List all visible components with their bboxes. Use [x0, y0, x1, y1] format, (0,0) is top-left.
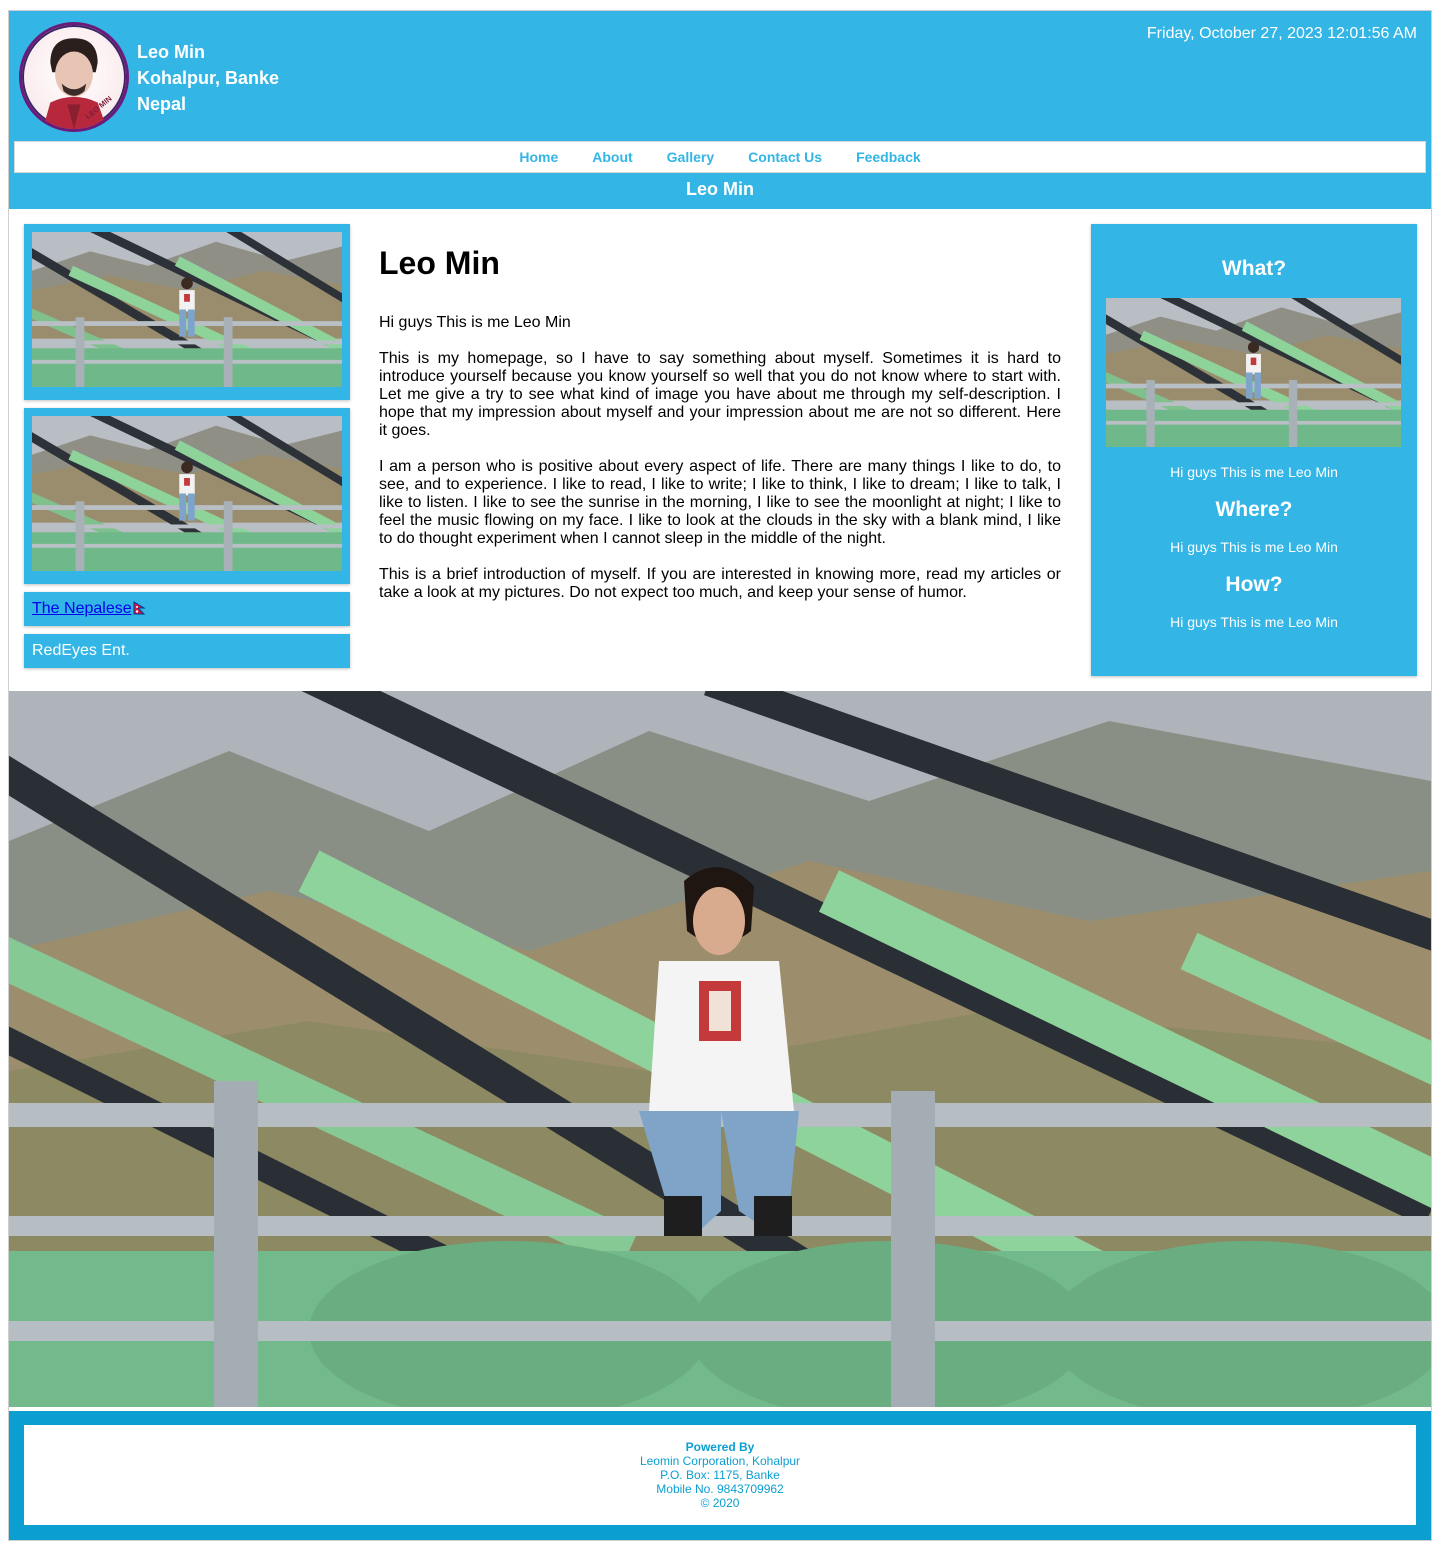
- what-text: Hi guys This is me Leo Min: [1170, 464, 1338, 480]
- footer-po-box: P.O. Box: 1175, Banke: [660, 1468, 780, 1482]
- nav-about[interactable]: About: [592, 149, 632, 165]
- footer-mobile: Mobile No. 9843709962: [656, 1482, 784, 1496]
- where-heading: Where?: [1215, 498, 1293, 521]
- intro-paragraph: Hi guys This is me Leo Min: [379, 314, 571, 331]
- left-sidebar: The Nepalese RedEyes Ent.: [24, 224, 350, 668]
- nav-feedback[interactable]: Feedback: [856, 149, 921, 165]
- sidebar-photo[interactable]: [1106, 298, 1401, 447]
- footer-content: Powered By Leomin Corporation, Kohalpur …: [24, 1425, 1416, 1525]
- how-heading: How?: [1225, 573, 1283, 596]
- main-heading: Leo Min: [379, 245, 500, 281]
- profile-location: Kohalpur, Banke: [137, 68, 280, 88]
- hero-photo-graphic: [9, 691, 1431, 1407]
- footer-company: Leomin Corporation, Kohalpur: [639, 1454, 801, 1468]
- how-text: Hi guys This is me Leo Min: [1170, 614, 1338, 630]
- footer-powered-by: Powered By: [685, 1440, 755, 1454]
- nav-contact-us[interactable]: Contact Us: [748, 149, 822, 165]
- site-header: LEO MIN Leo Min Kohalpur, Banke Nepal Fr…: [9, 11, 1431, 209]
- profile-country: Nepal: [137, 94, 187, 114]
- current-datetime: Friday, October 27, 2023 12:01:56 AM: [1146, 25, 1417, 42]
- body-paragraph: This is a brief introduction of myself. …: [379, 566, 1061, 601]
- where-text: Hi guys This is me Leo Min: [1170, 539, 1338, 555]
- hero-photo: [9, 691, 1431, 1407]
- nepal-flag-icon: [133, 601, 146, 615]
- main-nav: Home About Gallery Contact Us Feedback: [14, 141, 1426, 173]
- profile-avatar-graphic: LEO MIN: [42, 38, 114, 129]
- thumbnail-photo[interactable]: [32, 232, 342, 387]
- thumbnail-card: [24, 224, 350, 400]
- page-frame: LEO MIN Leo Min Kohalpur, Banke Nepal Fr…: [8, 10, 1432, 1541]
- site-footer: Powered By Leomin Corporation, Kohalpur …: [9, 1411, 1431, 1540]
- main-content: Leo Min Hi guys This is me Leo Min This …: [379, 245, 1061, 620]
- thumbnail-photo[interactable]: [32, 416, 342, 571]
- body-paragraph: I am a person who is positive about ever…: [379, 458, 1061, 547]
- nav-gallery[interactable]: Gallery: [667, 149, 714, 165]
- profile-avatar: LEO MIN: [19, 22, 129, 132]
- profile-name: Leo Min: [137, 42, 205, 62]
- thumbnail-card: [24, 408, 350, 584]
- nepalese-link[interactable]: The Nepalese: [32, 600, 146, 617]
- body-paragraph: This is my homepage, so I have to say so…: [379, 350, 1061, 439]
- footer-copyright: © 2020: [700, 1496, 740, 1510]
- what-heading: What?: [1221, 257, 1287, 280]
- nav-home[interactable]: Home: [519, 149, 558, 165]
- redeyes-card: RedEyes Ent.: [24, 634, 350, 668]
- nepalese-link-card: The Nepalese: [24, 592, 350, 626]
- profile-identity: Leo Min Kohalpur, Banke Nepal: [137, 39, 279, 117]
- nepalese-link-label: The Nepalese: [32, 600, 132, 617]
- right-sidebar: What? Hi guys This is me Leo Min Where? …: [1091, 224, 1417, 676]
- banner-title: Leo Min: [686, 179, 754, 199]
